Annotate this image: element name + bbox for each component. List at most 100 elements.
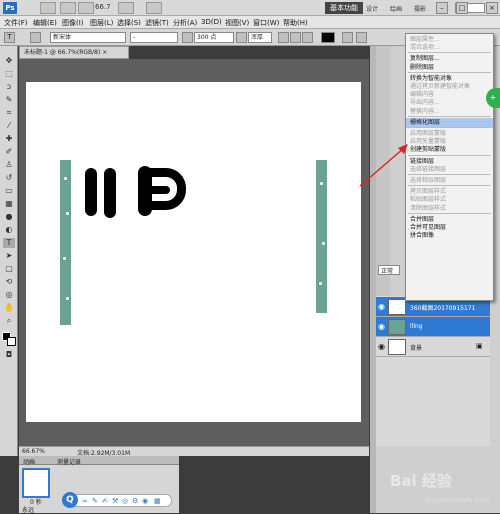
link-icon[interactable]: ∞ [82,497,88,505]
clone-stamp-tool-icon[interactable]: ♙ [3,160,15,170]
gear-icon[interactable]: ⚙ [132,497,138,505]
photoshop-logo: Ps [3,2,17,14]
menu-separator [408,127,491,128]
font-family-select[interactable]: 新宋体 [50,32,126,43]
zoom-tool-icon[interactable]: ⌕ [3,316,15,326]
quick-mask-icon[interactable]: ◘ [3,350,15,360]
eyedropper-tool-icon[interactable]: ⁄ [3,121,15,131]
healing-tool-icon[interactable]: ✚ [3,134,15,144]
document-canvas[interactable] [26,82,361,422]
path-select-tool-icon[interactable]: ➤ [3,251,15,261]
maximize-button[interactable]: □ [456,2,468,14]
align-center-icon[interactable] [290,32,301,43]
target-icon[interactable]: ◎ [122,497,128,505]
workspace-design[interactable]: 设计 [366,4,378,13]
text-stroke [146,186,170,194]
hand-tool-icon[interactable]: ✋ [3,303,15,313]
tab-measurement-log[interactable]: 测量记录 [57,457,81,466]
text-color-swatch[interactable] [321,32,335,43]
character-panel-icon[interactable] [356,32,367,43]
context-menu-item[interactable]: 拼合图像 [406,231,493,241]
text-orientation-icon[interactable] [30,32,41,43]
dodge-tool-icon[interactable]: ◐ [3,225,15,235]
menu-help[interactable]: 帮助(H) [283,18,308,28]
layer-name: 背景 [410,345,423,352]
antialias-select[interactable]: 浑厚 [248,32,272,43]
marquee-tool-icon[interactable]: ⬚ [3,69,15,79]
mini-bridge-icon[interactable] [60,2,76,14]
font-size-select[interactable]: 300 点 [194,32,234,43]
menu-analysis[interactable]: 分析(A) [173,18,197,28]
lock-icon: ▣ [476,342,483,350]
menu-image[interactable]: 图像(I) [62,18,84,28]
layer-row[interactable]: ◉ lllng [376,317,490,337]
zoom-level[interactable]: 66.7 [95,3,111,11]
type-tool-icon[interactable]: T [3,238,15,248]
status-zoom[interactable]: 66.67% [22,448,45,455]
document-tab[interactable]: 未标题-1 @ 66.7%(RGB/8) × [19,46,129,59]
blend-mode-select[interactable]: 正常 [378,265,400,275]
arrange-documents-icon[interactable] [118,2,134,14]
layer-thumbnail [388,319,406,335]
title-bar: Ps 66.7 基本功能 设计 绘画 摄影 – □ × [0,0,500,16]
menu-filter[interactable]: 滤镜(T) [145,18,169,28]
bridge-icon[interactable] [40,2,56,14]
tab-animation[interactable]: 动画 [23,457,35,466]
pen-icon[interactable]: ✎ [92,497,98,505]
3d-rotate-tool-icon[interactable]: ⟲ [3,277,15,287]
visibility-eye-icon[interactable]: ◉ [378,302,385,311]
workspace-essentials-button[interactable]: 基本功能 [325,2,363,14]
snow-dot [322,242,325,245]
gradient-tool-icon[interactable]: ▦ [3,199,15,209]
screen-mode-icon[interactable] [146,2,162,14]
visibility-eye-icon[interactable]: ◉ [378,342,385,351]
menu-window[interactable]: 窗口(W) [253,18,279,28]
layer-row[interactable]: ◉ 背景 ▣ [376,337,490,357]
type-tool-icon[interactable]: T [4,32,15,43]
menu-layer[interactable]: 图层(L) [90,18,113,28]
menu-3d[interactable]: 3D(D) [201,18,222,26]
chat-icon[interactable]: ◉ [142,497,148,505]
menu-view[interactable]: 视图(V) [225,18,249,28]
brush-tool-icon[interactable]: ✐ [3,147,15,157]
animation-frame-thumbnail[interactable] [22,468,50,498]
hand-tool-icon[interactable] [78,2,94,14]
shape-tool-icon[interactable]: ▢ [3,264,15,274]
close-document-icon[interactable]: × [102,49,107,56]
snow-dot [63,257,66,260]
menu-separator [408,212,491,214]
snow-dot [66,297,69,300]
floating-toolbar-logo[interactable]: Q [62,492,78,508]
font-size-icon [182,32,193,43]
menu-file[interactable]: 文件(F) [4,18,28,28]
grid-icon[interactable]: ▦ [154,497,161,505]
lasso-tool-icon[interactable]: ↄ [3,82,15,92]
floating-plus-button[interactable]: + [486,88,500,108]
align-left-icon[interactable] [278,32,289,43]
workspace-photography[interactable]: 摄影 [414,4,426,13]
close-button[interactable]: × [486,2,498,14]
font-style-select[interactable]: - [130,32,178,43]
history-brush-tool-icon[interactable]: ↺ [3,173,15,183]
menu-separator [408,174,491,175]
edit-icon[interactable]: ✍ [102,497,108,505]
background-color-swatch[interactable] [7,337,16,346]
crop-tool-icon[interactable]: ⌗ [3,108,15,118]
warp-text-icon[interactable] [342,32,353,43]
layer-thumbnail [388,299,406,315]
blur-tool-icon[interactable]: ● [3,212,15,222]
move-tool-icon[interactable]: ✥ [3,56,15,66]
menu-separator [408,52,491,54]
3d-camera-tool-icon[interactable]: ◎ [3,290,15,300]
antialias-icon [236,32,247,43]
quick-select-tool-icon[interactable]: ✎ [3,95,15,105]
workspace-painting[interactable]: 绘画 [390,4,402,13]
wrench-icon[interactable]: ⚒ [112,497,118,505]
menu-edit[interactable]: 编辑(E) [33,18,57,28]
minimize-button[interactable]: – [436,2,448,14]
visibility-eye-icon[interactable]: ◉ [378,322,385,331]
annotation-arrow [359,144,408,187]
eraser-tool-icon[interactable]: ▭ [3,186,15,196]
align-right-icon[interactable] [302,32,313,43]
menu-select[interactable]: 选择(S) [117,18,141,28]
